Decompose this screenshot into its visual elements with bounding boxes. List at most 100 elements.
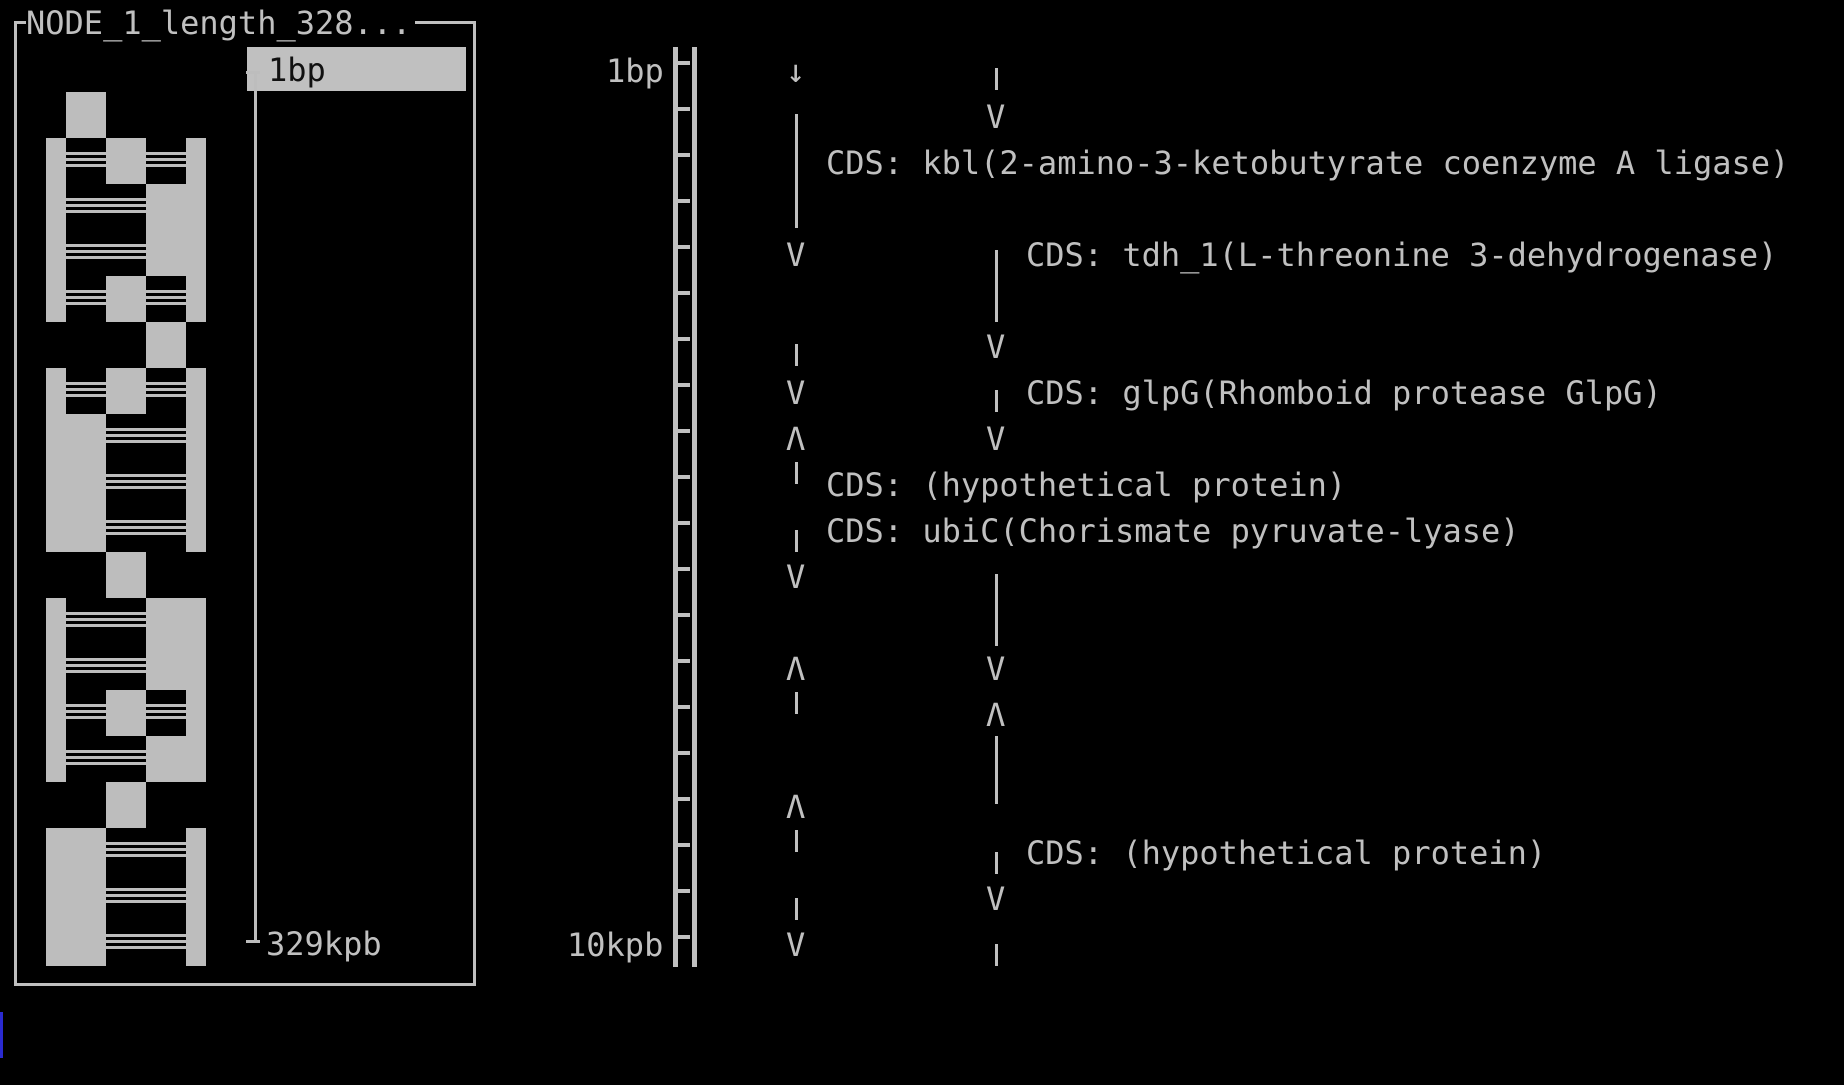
helix-rung	[66, 750, 186, 753]
feature-label-ubic[interactable]: CDS: ubiC(Chorismate pyruvate-lyase)	[826, 508, 1520, 554]
strand2-v-3: V	[986, 420, 1006, 458]
range-end-label: 329kpb	[266, 925, 382, 963]
strand1-line-5	[795, 692, 798, 714]
helix-side	[186, 368, 206, 414]
ruler-tick	[676, 797, 690, 801]
helix-rung	[66, 848, 186, 851]
feature-label-hypothetical-1[interactable]: CDS: (hypothetical protein)	[826, 462, 1346, 508]
helix-side	[186, 920, 206, 966]
strand1-v-3: V	[786, 558, 806, 596]
helix-side	[186, 736, 206, 782]
ruler-tick	[676, 475, 690, 479]
helix-side	[46, 690, 66, 736]
ruler-tick	[676, 889, 690, 893]
helix-side	[46, 828, 66, 874]
helix-rung	[66, 624, 186, 627]
helix-side	[46, 276, 66, 322]
helix-rung	[66, 658, 186, 661]
helix-rung	[66, 618, 186, 621]
ruler-tick	[676, 337, 690, 341]
feature-label-kbl[interactable]: CDS: kbl(2-amino-3-ketobutyrate coenzyme…	[826, 140, 1789, 186]
strand1-v-4: V	[786, 926, 806, 964]
strand1-v-2: V	[786, 374, 806, 412]
helix-rung	[66, 382, 186, 385]
helix-side	[46, 920, 66, 966]
helix-rung	[66, 480, 186, 483]
helix-rung	[66, 946, 186, 949]
ruler-tick	[676, 521, 690, 525]
helix-side	[46, 184, 66, 230]
strand2-line-4	[995, 574, 998, 646]
strand1-caret-3: Λ	[786, 788, 806, 826]
range-start-label: 1bp	[268, 51, 326, 89]
helix-block	[146, 322, 186, 368]
feature-label-tdh1[interactable]: CDS: tdh_1(L-threonine 3-dehydrogenase)	[1026, 232, 1777, 278]
helix-rung	[66, 486, 186, 489]
helix-rung	[66, 204, 186, 207]
helix-rung	[66, 900, 186, 903]
helix-block	[66, 92, 106, 138]
ruler-tick	[676, 567, 690, 571]
ruler-tick	[676, 107, 690, 111]
terminal-cursor	[0, 1012, 3, 1058]
helix-rung	[66, 388, 186, 391]
helix-rung	[66, 296, 186, 299]
ruler-tick	[676, 199, 690, 203]
range-bracket-bottom	[246, 940, 260, 943]
helix-rung	[66, 842, 186, 845]
range-bracket-top	[246, 71, 260, 74]
helix-rung	[66, 670, 186, 673]
helix-rung	[66, 428, 186, 431]
helix-side	[186, 276, 206, 322]
helix-rung	[66, 888, 186, 891]
helix-rung	[66, 716, 186, 719]
ruler-ticks	[676, 61, 690, 939]
helix-side	[186, 230, 206, 276]
ruler-tick	[676, 935, 690, 939]
helix-rung	[66, 302, 186, 305]
helix-rung	[66, 256, 186, 259]
helix-side	[186, 690, 206, 736]
helix-side	[46, 138, 66, 184]
feature-label-glpg[interactable]: CDS: glpG(Rhomboid protease GlpG)	[1026, 370, 1662, 416]
helix-side	[46, 230, 66, 276]
helix-rung	[66, 250, 186, 253]
feature-label-hypothetical-2[interactable]: CDS: (hypothetical protein)	[1026, 830, 1546, 876]
strand2-line-6	[995, 852, 998, 874]
helix-rung	[66, 612, 186, 615]
strand1-line-7	[795, 898, 798, 920]
helix-rung	[66, 158, 186, 161]
helix-side	[186, 138, 206, 184]
helix-rung	[66, 894, 186, 897]
helix-rung	[66, 710, 186, 713]
helix-side	[186, 598, 206, 644]
helix-rung	[66, 532, 186, 535]
strand1-caret-1: Λ	[786, 420, 806, 458]
ruler-tick	[676, 751, 690, 755]
helix-side	[46, 460, 66, 506]
ruler-tick	[676, 843, 690, 847]
strand1-feature1-line	[795, 114, 798, 228]
helix-side	[46, 644, 66, 690]
helix-rung	[66, 526, 186, 529]
helix-side	[186, 644, 206, 690]
helix-rung	[66, 244, 186, 247]
ruler-tick	[676, 291, 690, 295]
dna-helix-graphic	[46, 92, 206, 966]
ruler-tick	[676, 383, 690, 387]
strand2-line-5	[995, 736, 998, 804]
strand2-v-2: V	[986, 328, 1006, 366]
strand2-line-3	[995, 390, 998, 412]
ruler-tick	[676, 705, 690, 709]
ruler-tick	[676, 61, 690, 65]
helix-block	[106, 552, 146, 598]
range-bracket-line	[254, 73, 257, 943]
helix-rung	[66, 940, 186, 943]
strand2-v-5: V	[986, 880, 1006, 918]
ruler-tick	[676, 429, 690, 433]
strand2-line-1	[995, 68, 998, 90]
strand1-line-3	[795, 462, 798, 484]
helix-side	[46, 506, 66, 552]
strand1-v-1: V	[786, 236, 806, 274]
helix-rung	[66, 762, 186, 765]
